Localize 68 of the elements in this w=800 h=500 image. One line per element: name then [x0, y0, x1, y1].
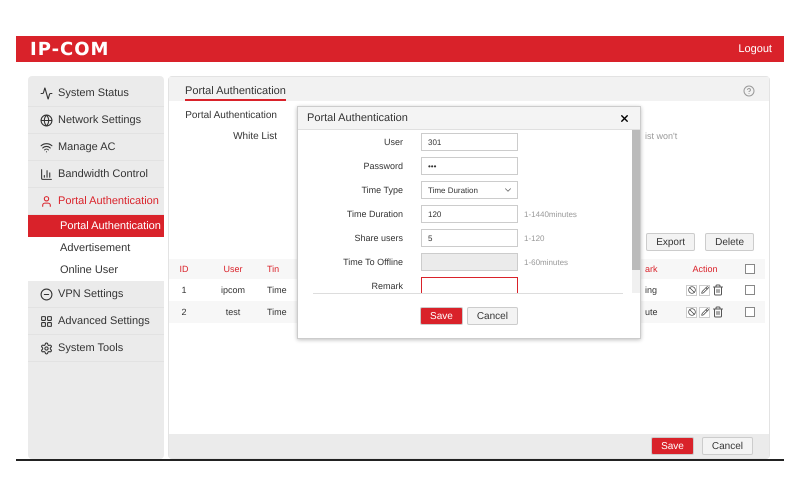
table-cell: 2 — [169, 301, 199, 323]
sidebar-item[interactable]: Manage AC — [28, 134, 164, 161]
help-icon[interactable] — [743, 85, 755, 97]
input-field[interactable]: 301 — [421, 133, 518, 151]
sidebar-item[interactable]: VPN Settings — [28, 281, 164, 308]
submenu-item[interactable]: Online User — [28, 259, 164, 281]
column-header: Tin — [267, 259, 295, 279]
hint-text: 1-1440minutes — [524, 210, 577, 218]
sidebar-item[interactable]: Bandwidth Control — [28, 161, 164, 188]
minus-circle-icon — [40, 288, 53, 300]
input-field[interactable] — [421, 277, 518, 293]
save-button[interactable]: Save — [420, 307, 463, 325]
sidebar-item[interactable]: System Tools — [28, 335, 164, 362]
submenu-item[interactable]: Advertisement — [28, 237, 164, 259]
hint-text: 1-120 — [524, 234, 544, 242]
sidebar-item[interactable]: Advanced Settings — [28, 308, 164, 335]
checkbox[interactable] — [745, 285, 755, 295]
sidebar-item[interactable]: Network Settings — [28, 107, 164, 134]
trash-icon[interactable] — [712, 284, 724, 296]
column-header: ark — [645, 259, 675, 279]
checkbox[interactable] — [745, 307, 755, 317]
logo: IP-COM — [30, 38, 110, 60]
cancel-button[interactable]: Cancel — [466, 307, 518, 325]
save-button[interactable]: Save — [651, 437, 694, 455]
field-label: Share users — [353, 233, 403, 243]
grid-icon — [40, 314, 53, 328]
input-field[interactable]: ••• — [421, 157, 518, 175]
field-label: Time To Offline — [342, 257, 403, 267]
input-field[interactable]: 5 — [421, 229, 518, 247]
column-header: ID — [169, 259, 199, 279]
action-button[interactable]: Delete — [705, 233, 754, 251]
table-cell: Time — [267, 301, 295, 323]
checkbox[interactable] — [745, 264, 755, 274]
user-icon — [40, 194, 53, 208]
edit-icon[interactable] — [699, 284, 710, 296]
action-button[interactable]: Export — [646, 233, 696, 251]
pulse-icon — [40, 86, 53, 100]
column-header: Action — [675, 259, 735, 279]
field-label: Remark — [370, 281, 403, 291]
wifi-icon — [40, 140, 53, 154]
scrollbar[interactable] — [632, 130, 640, 293]
table-cell: test — [199, 301, 267, 323]
column-header: User — [199, 259, 267, 279]
field-label: Portal Authentication — [184, 110, 277, 121]
input-field[interactable]: 120 — [421, 205, 518, 223]
field-label: Time Duration — [346, 209, 403, 219]
close-icon[interactable] — [619, 112, 630, 124]
disable-icon[interactable] — [686, 284, 697, 296]
hint-text: 1-60minutes — [524, 258, 568, 266]
bar-chart-icon — [40, 168, 53, 180]
cancel-button[interactable]: Cancel — [702, 437, 753, 455]
edit-icon[interactable] — [699, 306, 710, 318]
field-label: White List — [232, 131, 277, 142]
tab[interactable]: Portal Authentication — [185, 85, 286, 101]
note-text: ist won't — [645, 131, 678, 142]
disable-icon[interactable] — [686, 306, 697, 318]
field-label: Password — [362, 161, 403, 171]
field-label: User — [382, 137, 403, 147]
table-cell: ute — [645, 301, 675, 323]
logout-link[interactable]: Logout — [738, 43, 772, 55]
trash-icon[interactable] — [712, 306, 724, 318]
globe-icon — [40, 114, 53, 126]
select-field[interactable]: Time Duration — [421, 181, 518, 199]
gear-icon — [40, 342, 53, 354]
dialog-title: Portal Authentication — [307, 112, 408, 124]
submenu-item[interactable]: Portal Authentication — [28, 215, 164, 237]
field-label: Time Type — [360, 185, 403, 195]
sidebar-item[interactable]: System Status — [28, 80, 164, 107]
